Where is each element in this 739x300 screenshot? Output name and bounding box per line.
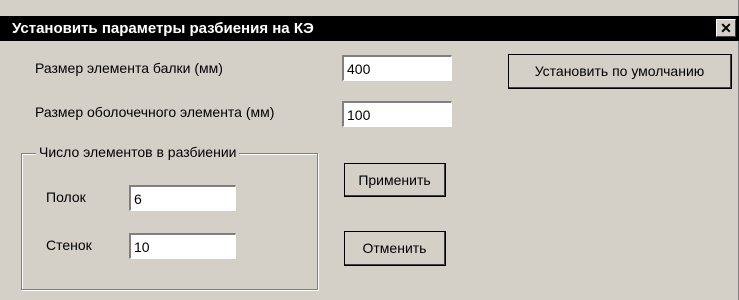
close-icon: ✕ bbox=[720, 20, 732, 36]
beam-element-size-label: Размер элемента балки (мм) bbox=[35, 60, 223, 76]
webs-label: Стенок bbox=[46, 237, 92, 253]
element-count-groupbox bbox=[21, 153, 318, 290]
window-title: Установить параметры разбиения на КЭ bbox=[12, 20, 314, 37]
flanges-count-input[interactable]: 6 bbox=[129, 185, 236, 211]
shell-element-size-label: Размер оболочечного элемента (мм) bbox=[35, 104, 275, 120]
set-defaults-button[interactable]: Установить по умолчанию bbox=[508, 54, 732, 89]
close-button[interactable]: ✕ bbox=[716, 19, 736, 37]
apply-button[interactable]: Применить bbox=[344, 163, 446, 197]
title-bar: Установить параметры разбиения на КЭ bbox=[0, 16, 739, 41]
mesh-parameters-dialog: Установить параметры разбиения на КЭ ✕ Р… bbox=[0, 0, 739, 300]
cancel-button[interactable]: Отменить bbox=[344, 231, 446, 266]
webs-count-input[interactable]: 10 bbox=[129, 233, 236, 259]
shell-element-size-input[interactable]: 100 bbox=[342, 101, 452, 127]
element-count-group-title: Число элементов в разбиении bbox=[36, 144, 240, 160]
beam-element-size-input[interactable]: 400 bbox=[342, 55, 452, 81]
flanges-label: Полок bbox=[46, 189, 86, 205]
